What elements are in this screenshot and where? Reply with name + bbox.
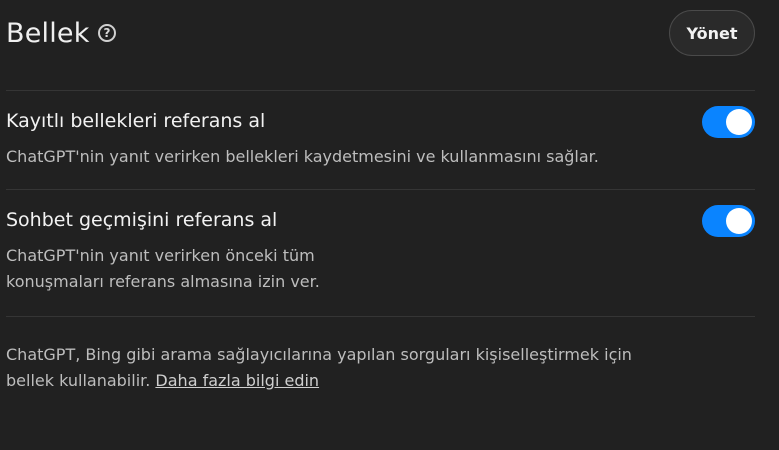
footer-line-2: bellek kullanabilir. Daha fazla bilgi ed… [6, 368, 726, 394]
divider [6, 316, 755, 317]
setting-description: ChatGPT'nin yanıt verirken bellekleri ka… [6, 147, 599, 166]
manage-button[interactable]: Yönet [669, 10, 755, 56]
setting-chat-history: Sohbet geçmişini referans al ChatGPT'nin… [6, 205, 755, 305]
setting-saved-memories: Kayıtlı bellekleri referans al ChatGPT'n… [6, 106, 755, 176]
question-circle-icon[interactable]: ? [98, 24, 116, 42]
chat-history-toggle[interactable] [702, 205, 755, 237]
setting-title: Sohbet geçmişini referans al [6, 209, 278, 231]
divider [6, 189, 755, 190]
setting-description-line-1: ChatGPT'nin yanıt verirken önceki tüm [6, 246, 315, 265]
setting-title: Kayıtlı bellekleri referans al [6, 110, 266, 132]
divider [6, 90, 755, 91]
saved-memories-toggle[interactable] [702, 106, 755, 138]
toggle-knob [726, 208, 752, 234]
footer-note: ChatGPT, Bing gibi arama sağlayıcılarına… [6, 342, 726, 394]
footer-line-1: ChatGPT, Bing gibi arama sağlayıcılarına… [6, 345, 632, 364]
settings-header: Bellek ? Yönet [6, 10, 755, 60]
footer-line-2-text: bellek kullanabilir. [6, 371, 156, 390]
toggle-knob [726, 109, 752, 135]
setting-description-line-2: konuşmaları referans almasına izin ver. [6, 272, 320, 291]
page-title: Bellek [6, 18, 90, 49]
learn-more-link[interactable]: Daha fazla bilgi edin [155, 371, 319, 390]
